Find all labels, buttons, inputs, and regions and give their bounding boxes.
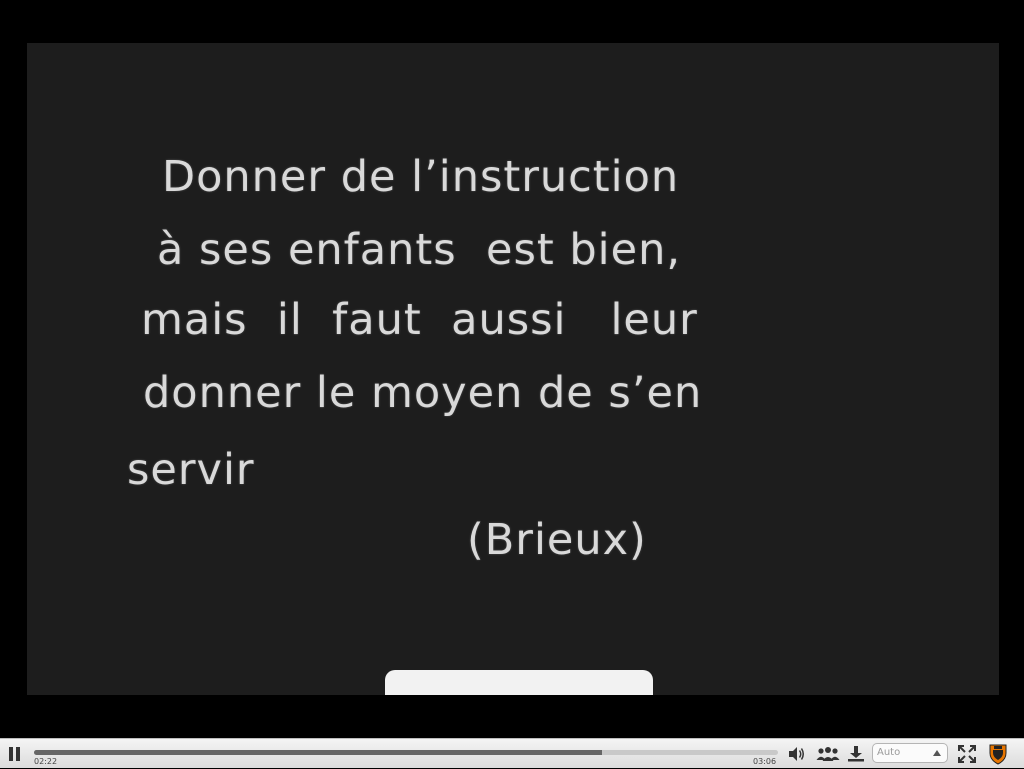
download-icon: [848, 746, 864, 762]
film-frame-artifact: [385, 670, 653, 695]
title-card-line-2: à ses enfants est bien,: [157, 225, 682, 275]
pause-button[interactable]: [8, 747, 22, 761]
fullscreen-button[interactable]: [958, 745, 978, 763]
quality-selected-value: Auto: [877, 747, 901, 758]
title-card-line-3: mais il faut aussi leur: [141, 295, 698, 345]
duration-time: 03:06: [753, 757, 777, 766]
pause-icon: [9, 747, 13, 761]
volume-button[interactable]: [787, 745, 807, 763]
caret-up-icon: [933, 750, 941, 756]
brand-logo[interactable]: [988, 743, 1008, 765]
title-card-line-4: donner le moyen de s’en: [143, 368, 703, 418]
pause-icon-bar: [16, 747, 20, 761]
download-button[interactable]: [846, 745, 866, 763]
fullscreen-icon: [958, 745, 976, 763]
video-viewport[interactable]: Donner de l’instruction à ses enfants es…: [0, 0, 1024, 738]
current-time: 02:22: [34, 757, 58, 766]
title-card-attribution: (Brieux): [467, 515, 647, 565]
shield-logo-icon: [989, 744, 1007, 765]
volume-icon: [789, 747, 804, 761]
quality-select[interactable]: Auto: [872, 743, 948, 763]
seek-bar-progress: [34, 750, 602, 755]
video-frame[interactable]: Donner de l’instruction à ses enfants es…: [27, 43, 999, 695]
share-button[interactable]: [815, 745, 840, 763]
title-card-line-5: servir: [127, 445, 255, 495]
title-card-line-1: Donner de l’instruction: [162, 152, 680, 202]
people-icon: [816, 747, 840, 761]
player-control-bar: 02:22 03:06 Auto: [0, 738, 1024, 768]
seek-bar[interactable]: [34, 750, 778, 755]
